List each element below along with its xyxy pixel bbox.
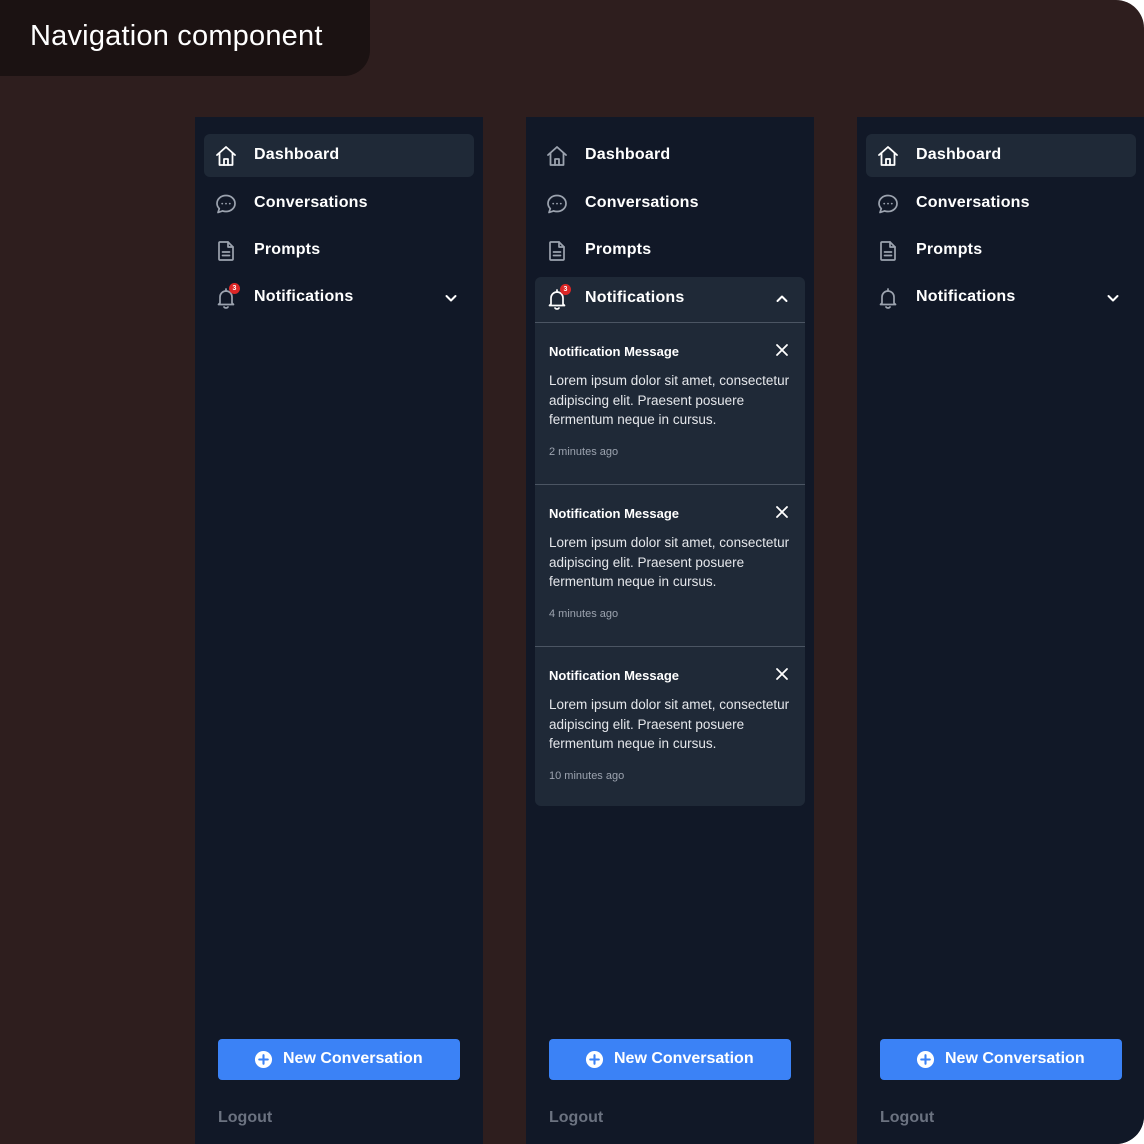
notification-badge: 3 — [560, 284, 571, 295]
notification-time: 10 minutes ago — [549, 770, 625, 782]
nav-label-notifications: Notifications — [254, 288, 354, 305]
nav-panel-collapsed-with-badge: Dashboard Conversations Prompts 3 Notifi… — [195, 117, 483, 1144]
nav-item-conversations[interactable]: Conversations — [535, 182, 805, 225]
new-conversation-label: New Conversation — [945, 1050, 1085, 1067]
close-icon[interactable] — [774, 342, 790, 358]
nav-label-prompts: Prompts — [585, 241, 652, 258]
nav-item-notifications[interactable]: 3 Notifications — [204, 276, 474, 319]
logout-link[interactable]: Logout — [218, 1109, 272, 1127]
nav-label-notifications: Notifications — [916, 288, 1016, 305]
notification-time: 2 minutes ago — [549, 446, 619, 458]
chevron-up-icon[interactable] — [774, 291, 790, 307]
nav-label-dashboard: Dashboard — [585, 146, 671, 163]
showcase-frame: Navigation component Dashboard Conversat… — [0, 0, 1144, 1144]
notification-body: Lorem ipsum dolor sit amet, consectetur … — [549, 373, 790, 428]
close-icon[interactable] — [774, 666, 790, 682]
nav-item-notifications[interactable]: Notifications — [866, 276, 1136, 319]
nav-panel-collapsed: Dashboard Conversations Prompts Notifica… — [857, 117, 1144, 1144]
chevron-down-icon[interactable] — [1105, 290, 1121, 306]
title-tab: Navigation component — [0, 0, 370, 76]
nav-item-prompts[interactable]: Prompts — [204, 229, 474, 272]
plus-circle-icon — [254, 1050, 273, 1069]
nav-label-dashboard: Dashboard — [916, 146, 1002, 163]
notification-body: Lorem ipsum dolor sit amet, consectetur … — [549, 697, 790, 752]
frame-title: Navigation component — [30, 20, 323, 52]
chevron-down-icon[interactable] — [443, 290, 459, 306]
home-icon — [547, 146, 567, 166]
nav-item-dashboard[interactable]: Dashboard — [535, 134, 805, 177]
bell-icon — [879, 288, 897, 309]
notification-item: Notification Message Lorem ipsum dolor s… — [535, 323, 805, 484]
document-icon — [880, 241, 896, 261]
notification-item: Notification Message Lorem ipsum dolor s… — [535, 485, 805, 646]
home-icon — [878, 146, 898, 166]
chat-bubble-icon — [547, 194, 567, 214]
nav-label-conversations: Conversations — [916, 194, 1030, 211]
notification-title: Notification Message — [549, 506, 680, 521]
notifications-dropdown: 3 Notifications Notification Message Lor… — [535, 277, 805, 806]
nav-item-prompts[interactable]: Prompts — [535, 229, 805, 272]
nav-label-notifications: Notifications — [585, 289, 685, 306]
nav-label-prompts: Prompts — [254, 241, 321, 258]
new-conversation-button[interactable]: New Conversation — [880, 1039, 1122, 1080]
new-conversation-button[interactable]: New Conversation — [218, 1039, 460, 1080]
plus-circle-icon — [916, 1050, 935, 1069]
nav-panel-expanded: Dashboard Conversations Prompts 3 Notifi… — [526, 117, 814, 1144]
nav-label-conversations: Conversations — [254, 194, 368, 211]
close-icon[interactable] — [774, 504, 790, 520]
notification-body: Lorem ipsum dolor sit amet, consectetur … — [549, 535, 790, 590]
home-icon — [216, 146, 236, 166]
chat-bubble-icon — [216, 194, 236, 214]
document-icon — [218, 241, 234, 261]
logout-link[interactable]: Logout — [549, 1109, 603, 1127]
nav-item-prompts[interactable]: Prompts — [866, 229, 1136, 272]
chat-bubble-icon — [878, 194, 898, 214]
notification-title: Notification Message — [549, 668, 680, 683]
nav-item-conversations[interactable]: Conversations — [866, 182, 1136, 225]
new-conversation-label: New Conversation — [283, 1050, 423, 1067]
nav-label-prompts: Prompts — [916, 241, 983, 258]
plus-circle-icon — [585, 1050, 604, 1069]
nav-item-dashboard[interactable]: Dashboard — [866, 134, 1136, 177]
nav-item-conversations[interactable]: Conversations — [204, 182, 474, 225]
notification-title: Notification Message — [549, 344, 680, 359]
document-icon — [549, 241, 565, 261]
new-conversation-label: New Conversation — [614, 1050, 754, 1067]
logout-link[interactable]: Logout — [880, 1109, 934, 1127]
nav-item-dashboard[interactable]: Dashboard — [204, 134, 474, 177]
notification-badge: 3 — [229, 283, 240, 294]
new-conversation-button[interactable]: New Conversation — [549, 1039, 791, 1080]
notification-time: 4 minutes ago — [549, 608, 619, 620]
nav-item-notifications[interactable]: 3 Notifications — [535, 277, 805, 322]
nav-label-dashboard: Dashboard — [254, 146, 340, 163]
notification-item: Notification Message Lorem ipsum dolor s… — [535, 647, 805, 808]
nav-label-conversations: Conversations — [585, 194, 699, 211]
